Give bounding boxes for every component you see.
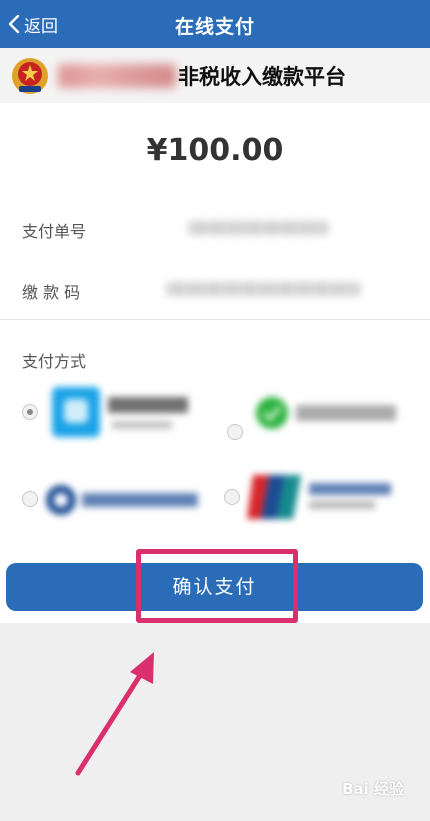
platform-name: 非税收入缴款平台 (178, 64, 346, 89)
ccb-icon[interactable] (44, 483, 202, 517)
order-number-label: 支付单号 (22, 222, 87, 241)
alipay-radio[interactable] (22, 404, 38, 420)
unionpay-icon[interactable] (247, 471, 399, 523)
platform-banner: 非税收入缴款平台 (0, 48, 430, 103)
unionpay-radio[interactable] (224, 489, 240, 505)
order-number-value (188, 221, 328, 235)
payment-card: ¥100.00 支付单号 缴 款 码 支付方式 确认支付 (0, 103, 430, 623)
ccb-radio[interactable] (22, 491, 38, 507)
pointer-arrow-icon (75, 652, 154, 776)
payment-method-label: 支付方式 (22, 352, 87, 371)
wechat-pay-radio[interactable] (227, 424, 243, 440)
highlight-box (136, 549, 298, 623)
watermark: Bai 经验 (342, 780, 404, 798)
blurred-region-name (58, 63, 176, 88)
payment-code-label: 缴 款 码 (22, 283, 81, 302)
payment-amount: ¥100.00 (146, 133, 284, 168)
police-emblem-icon (12, 57, 48, 94)
top-bar: 返回 在线支付 (0, 0, 430, 48)
page-title: 在线支付 (174, 16, 255, 38)
alipay-icon[interactable] (52, 385, 197, 441)
wechat-pay-icon[interactable] (254, 393, 402, 433)
divider (0, 319, 430, 320)
payment-code-value (166, 282, 360, 296)
